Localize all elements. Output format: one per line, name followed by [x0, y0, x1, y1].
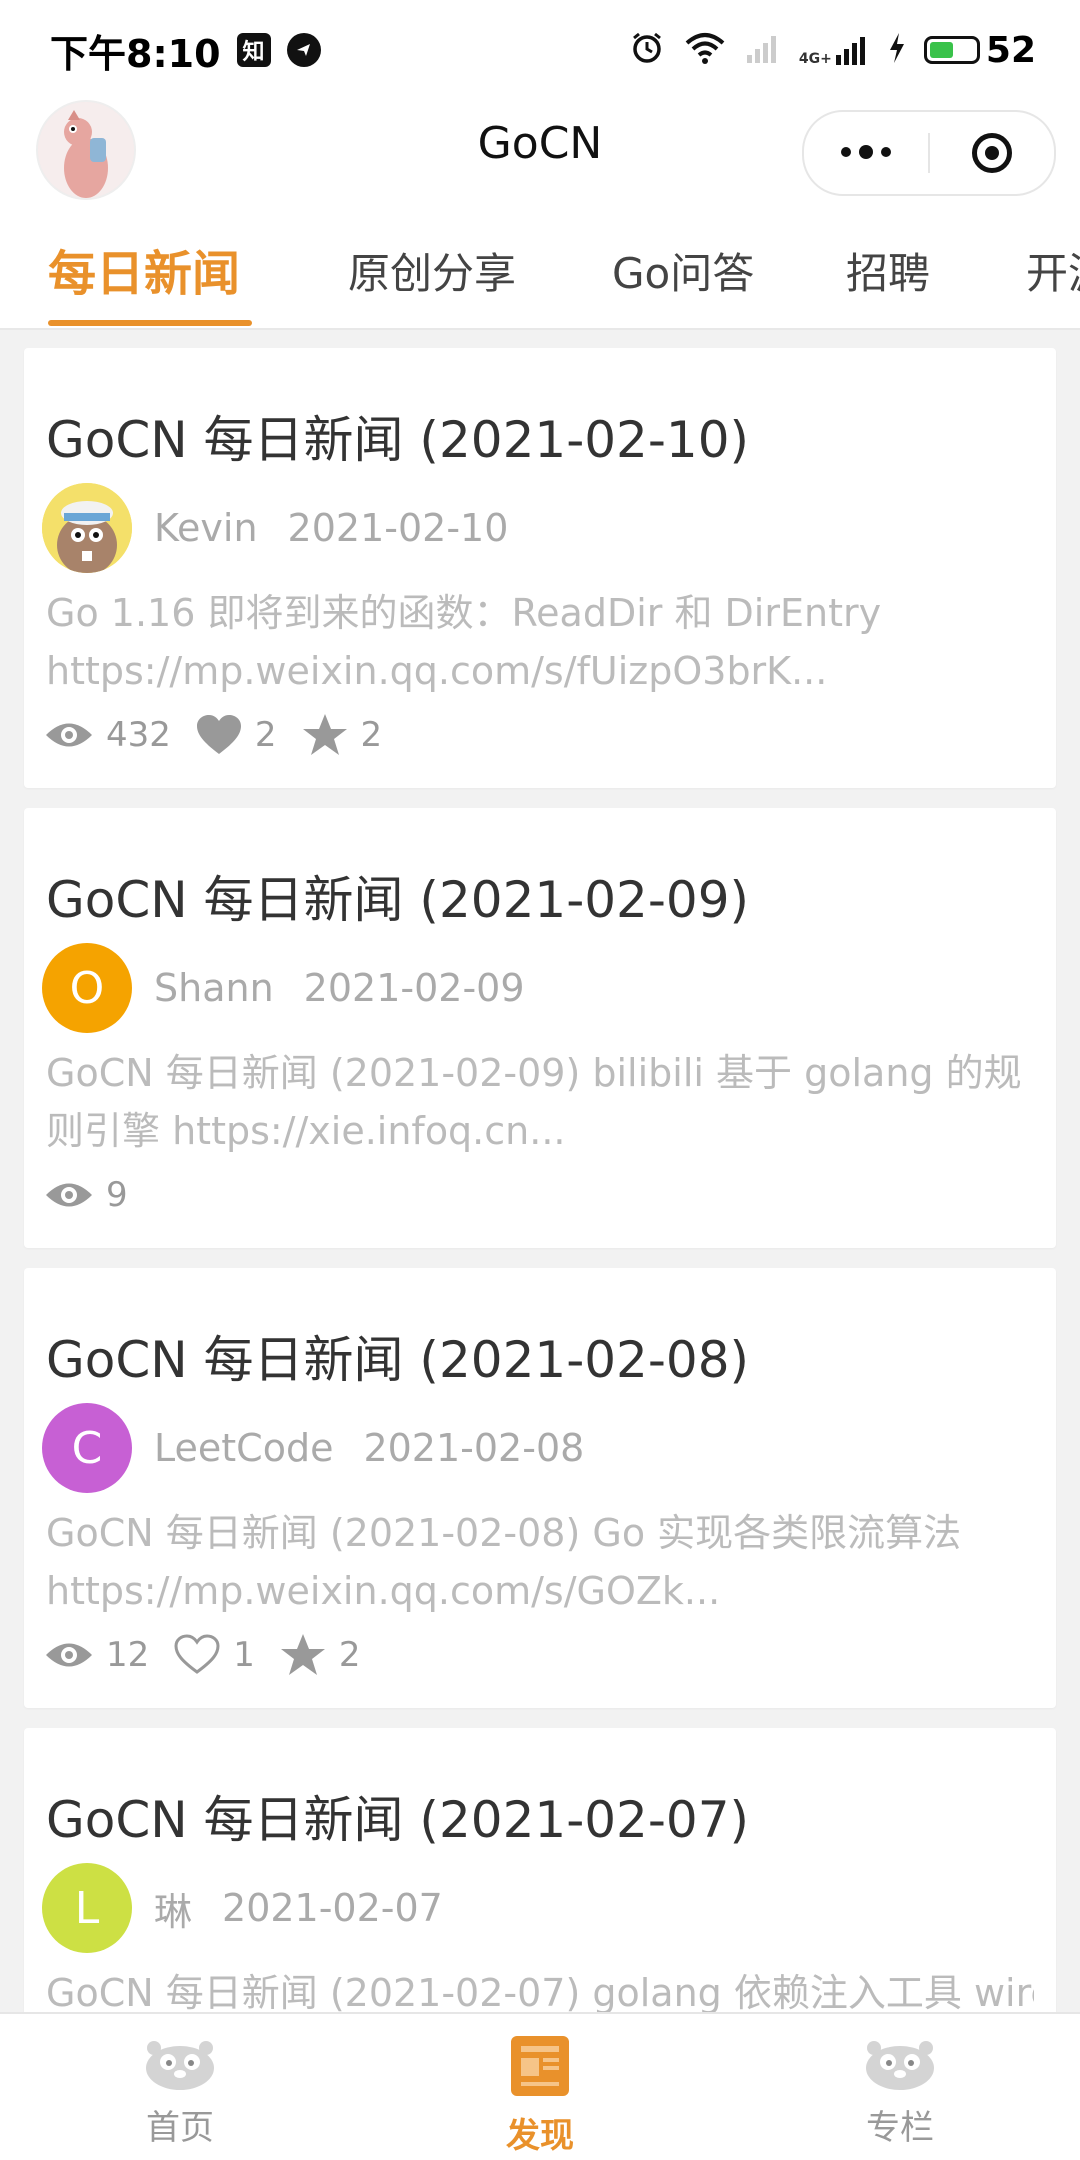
app-bar: GoCN	[0, 100, 1080, 200]
post-stats: 432 2 2	[44, 708, 406, 762]
author-avatar[interactable]: O	[42, 943, 132, 1033]
battery-level: 52	[985, 29, 1036, 71]
alarm-icon	[629, 30, 665, 70]
post-title[interactable]: GoCN 每日新闻 (2021-02-07)	[46, 1780, 749, 1852]
charging-icon	[888, 32, 906, 68]
gopher-icon	[146, 2041, 214, 2090]
author-row: L 琳 2021-02-07	[42, 1862, 443, 1954]
eye-icon	[46, 723, 92, 747]
newspaper-icon	[511, 2036, 569, 2096]
post-title[interactable]: GoCN 每日新闻 (2021-02-10)	[46, 400, 749, 472]
author-row: Kevin 2021-02-10	[42, 482, 508, 574]
author-avatar[interactable]: C	[42, 1403, 132, 1493]
author-row: O Shann 2021-02-09	[42, 942, 525, 1034]
category-tabs: 每日新闻 原创分享 Go问答 招聘 开源	[0, 200, 1080, 330]
author-row: C LeetCode 2021-02-08	[42, 1402, 584, 1494]
like-button[interactable]: 1	[173, 1634, 255, 1676]
view-count-value: 432	[106, 715, 171, 755]
post-date: 2021-02-08	[363, 1426, 585, 1470]
post-excerpt: GoCN 每日新闻 (2021-02-09) bilibili 基于 golan…	[46, 1051, 1022, 1153]
tab-open-source[interactable]: 开源	[1026, 240, 1080, 301]
author-name[interactable]: 琳	[154, 1881, 192, 1936]
post-card[interactable]: GoCN 每日新闻 (2021-02-07) L 琳 2021-02-07 Go…	[24, 1728, 1056, 2028]
post-date: 2021-02-09	[303, 966, 525, 1010]
favorite-count: 2	[360, 715, 383, 755]
app-notification-icon	[286, 33, 321, 67]
post-excerpt: GoCN 每日新闻 (2021-02-08) Go 实现各类限流算法 https…	[46, 1511, 962, 1613]
active-tab-indicator	[48, 320, 252, 326]
view-count: 9	[44, 1175, 128, 1215]
tab-daily-news[interactable]: 每日新闻	[48, 234, 240, 304]
author-name[interactable]: Shann	[154, 966, 274, 1010]
tab-jobs[interactable]: 招聘	[846, 240, 930, 301]
post-date: 2021-02-07	[222, 1886, 443, 1930]
eye-icon	[46, 1643, 92, 1667]
nav-home-label: 首页	[146, 2108, 214, 2148]
favorite-count: 2	[338, 1635, 361, 1675]
gopher-icon	[866, 2041, 934, 2090]
close-mini-program-icon[interactable]	[930, 133, 1054, 173]
heart-outline-icon	[174, 1634, 220, 1674]
nav-discover-label: 发现	[506, 2116, 574, 2156]
like-count: 1	[233, 1635, 255, 1675]
battery-icon	[923, 36, 980, 64]
post-date: 2021-02-10	[287, 506, 509, 550]
signal-weak-icon	[745, 31, 781, 69]
zhihu-icon: 知	[236, 33, 271, 67]
post-card[interactable]: GoCN 每日新闻 (2021-02-09) O Shann 2021-02-0…	[24, 808, 1056, 1248]
like-count: 2	[254, 715, 277, 755]
status-time: 下午8:10	[50, 31, 221, 76]
wifi-icon	[683, 31, 727, 69]
view-count: 12	[44, 1635, 149, 1675]
mini-program-capsule	[802, 110, 1056, 196]
eye-icon	[46, 1183, 92, 1207]
post-card[interactable]: GoCN 每日新闻 (2021-02-10) Kevin 2021-02-10 …	[24, 348, 1056, 788]
nav-home[interactable]: 首页	[80, 2034, 280, 2149]
view-count: 432	[44, 715, 171, 755]
like-button[interactable]: 2	[195, 714, 277, 756]
heart-filled-icon	[196, 715, 241, 754]
nav-discover[interactable]: 发现	[440, 2034, 640, 2157]
tab-go-qa[interactable]: Go问答	[612, 240, 754, 301]
battery-indicator: 52	[923, 29, 1036, 71]
view-count-value: 9	[106, 1175, 128, 1215]
tab-original-share[interactable]: 原创分享	[348, 240, 516, 301]
status-bar: 下午8:10 知 4G+ 52	[0, 0, 1080, 100]
bottom-navigation: 首页 发现 专栏	[0, 2012, 1080, 2160]
author-name[interactable]: Kevin	[154, 506, 258, 550]
view-count-value: 12	[106, 1635, 150, 1675]
author-avatar[interactable]	[42, 483, 132, 573]
post-title[interactable]: GoCN 每日新闻 (2021-02-08)	[46, 1320, 749, 1392]
more-menu-icon[interactable]	[804, 145, 928, 159]
signal-strong-icon: 4G+	[799, 33, 870, 67]
network-type: 4G+	[798, 51, 832, 67]
author-avatar[interactable]: L	[42, 1863, 132, 1953]
post-card[interactable]: GoCN 每日新闻 (2021-02-08) C LeetCode 2021-0…	[24, 1268, 1056, 1708]
post-excerpt: Go 1.16 即将到来的函数：ReadDir 和 DirEntry https…	[46, 591, 882, 693]
post-stats: 9	[44, 1168, 152, 1222]
favorite-button[interactable]: 2	[279, 1632, 361, 1678]
star-icon	[280, 1634, 325, 1675]
nav-column-label: 专栏	[866, 2108, 934, 2148]
star-icon	[302, 714, 347, 755]
post-title[interactable]: GoCN 每日新闻 (2021-02-09)	[46, 860, 749, 932]
author-name[interactable]: LeetCode	[154, 1426, 333, 1470]
nav-column[interactable]: 专栏	[800, 2034, 1000, 2149]
favorite-button[interactable]: 2	[301, 712, 383, 758]
post-stats: 12 1 2	[44, 1628, 385, 1682]
